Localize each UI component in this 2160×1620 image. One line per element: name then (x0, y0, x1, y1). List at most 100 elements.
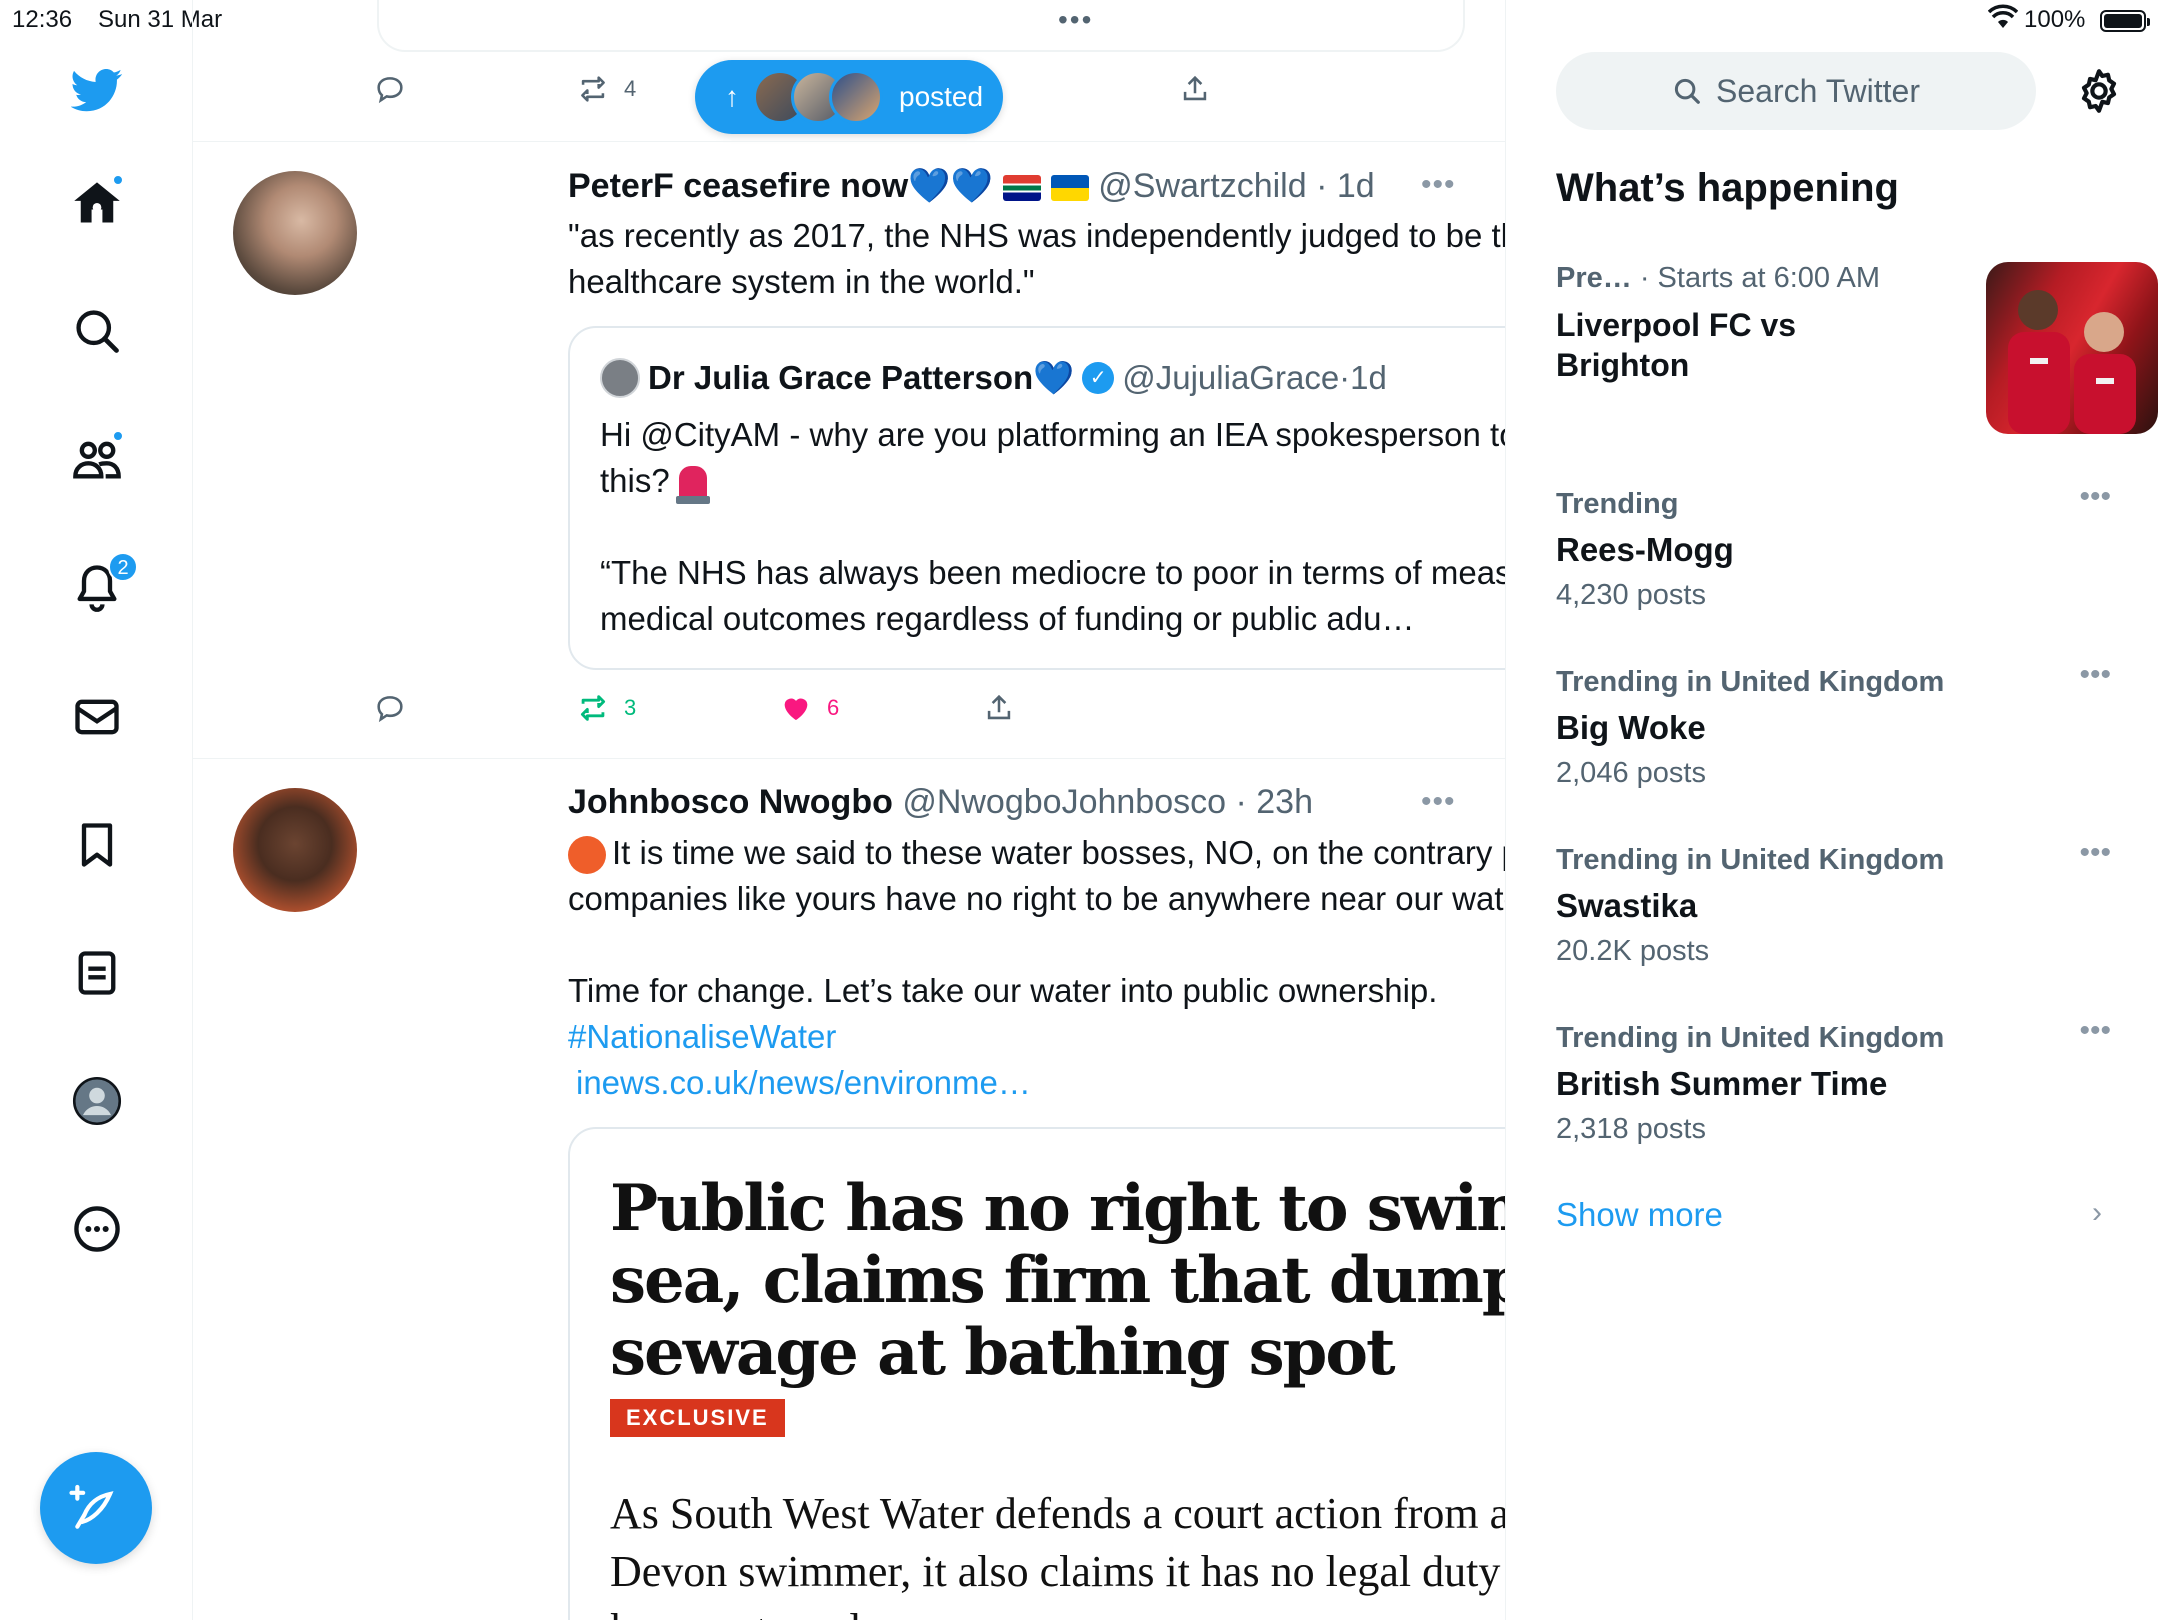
trend-context: Trending in United Kingdom (1556, 666, 1945, 698)
up-arrow-icon: ↑ (725, 81, 739, 112)
quoted-handle: @JujuliaGrace (1122, 359, 1340, 396)
share-icon (1183, 75, 1207, 101)
trend-more-button[interactable]: ••• (2079, 836, 2111, 870)
home-icon[interactable] (62, 168, 132, 238)
quoted-time: 1d (1350, 359, 1387, 396)
quoted-tweet-text: Hi @CityAM - why are you platforming an … (600, 412, 1506, 642)
notifications-badge: 2 (108, 552, 138, 582)
exclusive-tag: EXCLUSIVE (610, 1399, 785, 1437)
tweet-time[interactable]: 23h (1256, 783, 1313, 821)
retweet-button[interactable]: 3 (576, 691, 636, 725)
tweet-header: Johnbosco Nwogbo @NwogboJohnbosco · 23h (568, 783, 1313, 821)
hashtag-link[interactable]: #NationaliseWater (568, 1014, 1505, 1060)
event-item[interactable]: Pre… · Starts at 6:00 AM Liverpool FC vs… (1556, 262, 2158, 434)
handle: @Swartzchild (1098, 167, 1307, 205)
tweet-divider (193, 141, 1505, 142)
trend-more-button[interactable]: ••• (2079, 480, 2111, 514)
handle: @NwogboJohnbosco (902, 783, 1227, 821)
retweet-button[interactable]: 4 (576, 72, 636, 106)
avatar[interactable] (233, 171, 357, 295)
angry-face-emoji-icon (568, 836, 606, 875)
quoted-text-line2: “The NHS has always been mediocre to poo… (600, 554, 1506, 637)
like-count: 6 (827, 695, 840, 720)
search-input[interactable]: Search Twitter (1556, 52, 2036, 130)
new-posts-pill[interactable]: ↑ posted (695, 60, 1003, 134)
more-circle-icon[interactable] (62, 1194, 132, 1264)
reply-button[interactable] (373, 691, 407, 725)
article-link-card[interactable]: Public has no right to swim in sea, clai… (568, 1127, 1505, 1620)
trend-context: Trending (1556, 488, 1679, 520)
share-button-partial[interactable] (1178, 72, 1212, 106)
trend-count: 2,046 posts (1556, 757, 1706, 789)
retweet-count: 3 (624, 695, 637, 720)
timeline: 4 ↑ posted PeterF ceasefire now💙💙 @Swart… (193, 0, 1506, 1620)
trend-name: British Summer Time (1556, 1065, 1888, 1102)
search-icon (1674, 78, 1700, 104)
compose-tweet-button[interactable] (40, 1452, 152, 1564)
left-nav: 2 (0, 0, 193, 1620)
twitter-logo-icon[interactable] (62, 55, 132, 125)
quoted-display-name[interactable]: Dr Julia Grace Patterson (648, 359, 1033, 397)
feather-plus-icon (69, 1484, 114, 1529)
event-title: Liverpool FC vs Brighton (1556, 307, 1797, 383)
heart-icon (784, 698, 808, 721)
trend-item[interactable]: Trending in United Kingdom Big Woke 2,04… (1556, 658, 2111, 790)
name-emoji: 💙💙 (908, 167, 993, 205)
article-headline: Public has no right to swim in sea, clai… (610, 1171, 1505, 1390)
event-category: Pre… (1556, 262, 1632, 294)
whats-happening-title: What’s happening (1556, 166, 1899, 210)
trend-item[interactable]: Trending Rees-Mogg 4,230 posts ••• (1556, 480, 2111, 612)
chevron-right-icon: › (2092, 1196, 2102, 1229)
display-name[interactable]: Johnbosco Nwogbo (568, 783, 893, 821)
trend-count: 4,230 posts (1556, 579, 1706, 611)
previous-tweet-card-edge (377, 0, 1465, 52)
home-new-dot (112, 174, 124, 186)
trend-item[interactable]: Trending in United Kingdom Swastika 20.2… (1556, 836, 2111, 968)
retweet-icon (581, 76, 605, 102)
trend-count: 20.2K posts (1556, 935, 1710, 967)
share-button[interactable] (982, 691, 1016, 725)
verified-badge-icon: ✓ (1082, 362, 1115, 394)
south-africa-flag-icon (1002, 175, 1041, 202)
settings-gear-icon[interactable] (2074, 66, 2124, 116)
tweet-time[interactable]: 1d (1337, 167, 1375, 205)
trend-context: Trending in United Kingdom (1556, 1022, 1945, 1054)
retweet-icon (580, 695, 606, 721)
reply-icon (377, 77, 403, 104)
tweet-text: "as recently as 2017, the NHS was indepe… (568, 217, 1506, 300)
reply-icon (377, 696, 403, 723)
quoted-text-line1: Hi @CityAM - why are you platforming an … (600, 416, 1506, 499)
trend-name: Rees-Mogg (1556, 531, 1734, 568)
trend-more-button[interactable]: ••• (2079, 1014, 2111, 1048)
bookmarks-icon[interactable] (62, 810, 132, 880)
trend-count: 2,318 posts (1556, 1113, 1706, 1145)
quoted-tweet-card[interactable]: Dr Julia Grace Patterson 💙 ✓ @JujuliaGrace … (568, 326, 1506, 670)
ukraine-flag-icon (1050, 175, 1089, 202)
trend-context: Trending in United Kingdom (1556, 844, 1945, 876)
display-name[interactable]: PeterF ceasefire now (568, 167, 908, 205)
tweet-more-button[interactable]: ••• (1421, 785, 1456, 819)
article-subhead: As South West Water defends a court acti… (610, 1489, 1505, 1620)
avatar[interactable] (233, 788, 357, 912)
like-button[interactable]: 6 (779, 691, 839, 725)
trend-item[interactable]: Trending in United Kingdom British Summe… (1556, 1014, 2111, 1146)
trend-name: Big Woke (1556, 709, 1706, 746)
communities-new-dot (112, 430, 124, 442)
trend-more-button[interactable]: ••• (2079, 658, 2111, 692)
right-sidebar: Search Twitter What’s happening Pre… · S… (1506, 0, 2160, 1620)
show-more-link[interactable]: Show more (1556, 1196, 1723, 1234)
notifications-bell-icon[interactable]: 2 (62, 552, 138, 622)
profile-avatar-icon[interactable] (62, 1066, 132, 1136)
quoted-avatar[interactable] (600, 358, 640, 398)
share-icon (987, 694, 1011, 720)
reply-button[interactable] (373, 72, 407, 106)
communities-icon[interactable] (62, 424, 132, 494)
article-url-link[interactable]: inews.co.uk/news/environme… (568, 1060, 1505, 1106)
event-thumbnail (1986, 262, 2158, 434)
messages-envelope-icon[interactable] (62, 682, 132, 752)
tweet-text-line1: It is time we said to these water bosses… (568, 834, 1506, 917)
lists-icon[interactable] (62, 938, 132, 1008)
tweet-text-line2: Time for change. Let’s take our water in… (568, 972, 1438, 1009)
search-icon[interactable] (62, 296, 132, 366)
tweet-more-button[interactable]: ••• (1421, 168, 1456, 202)
